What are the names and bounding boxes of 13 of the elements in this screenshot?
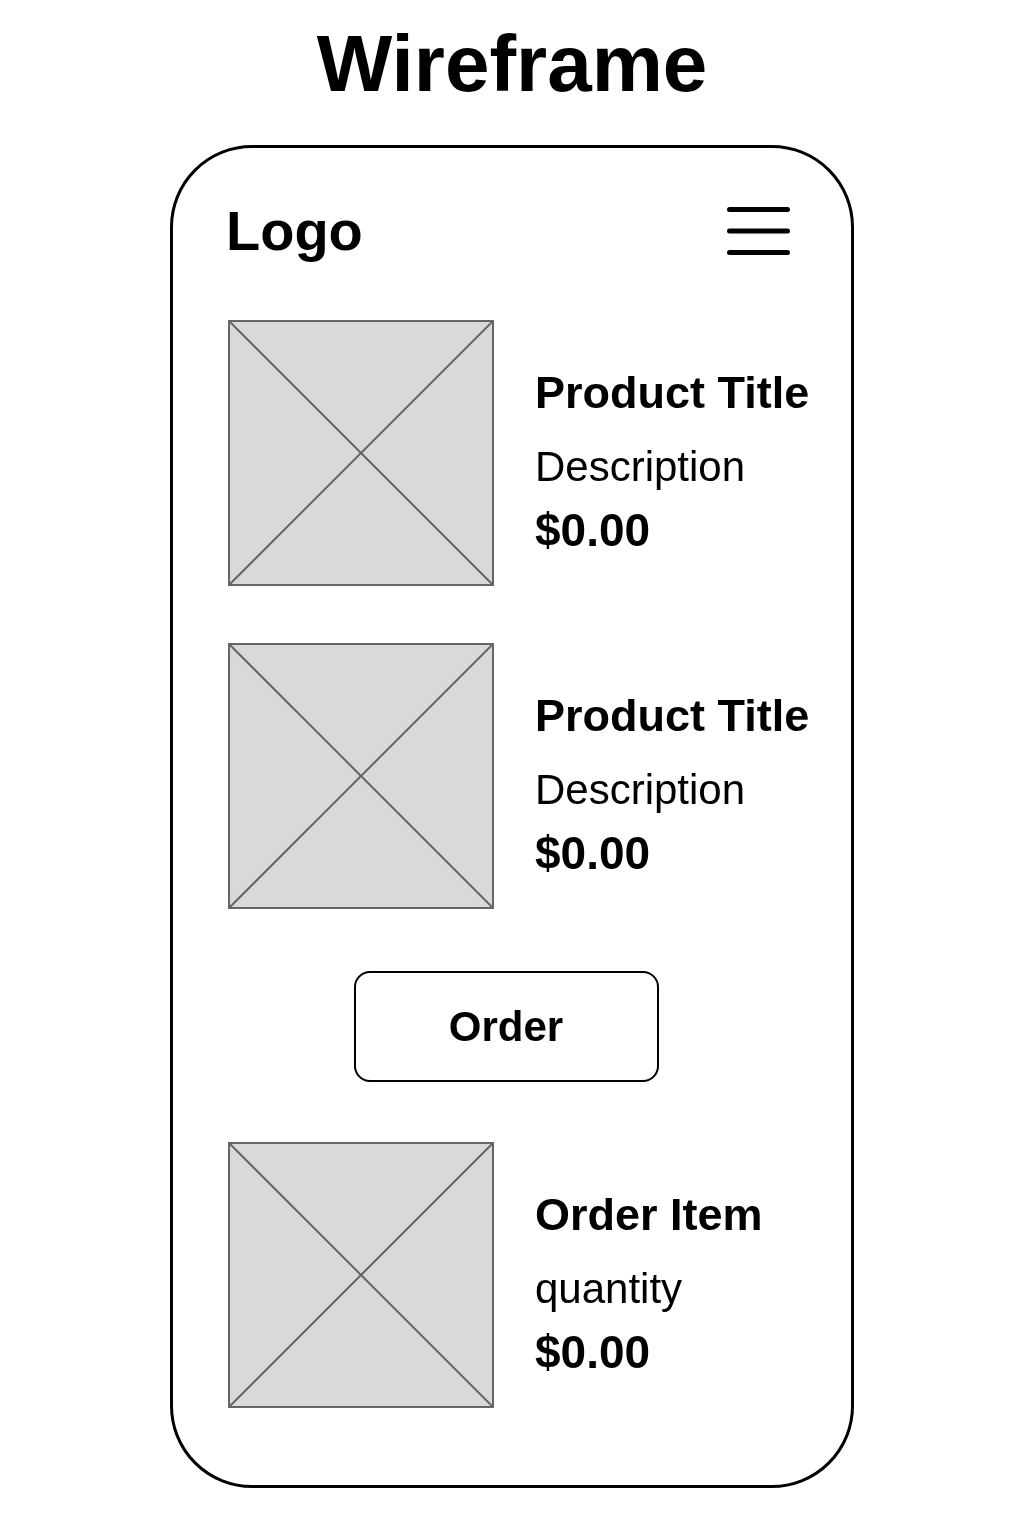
product-title: Product Title — [535, 366, 810, 420]
product-title: Product Title — [535, 689, 810, 743]
order-button[interactable]: Order — [353, 971, 659, 1082]
product-description: Description — [535, 442, 746, 492]
menu-icon[interactable] — [727, 207, 790, 255]
logo: Logo — [226, 198, 363, 264]
page-title: Wireframe — [316, 24, 708, 104]
product-description: Description — [535, 765, 746, 815]
order-item-title: Order Item — [535, 1188, 763, 1242]
product-price: $0.00 — [535, 826, 651, 881]
order-item-price: $0.00 — [535, 1325, 651, 1380]
product-price: $0.00 — [535, 503, 651, 558]
order-item-quantity: quantity — [535, 1264, 683, 1314]
